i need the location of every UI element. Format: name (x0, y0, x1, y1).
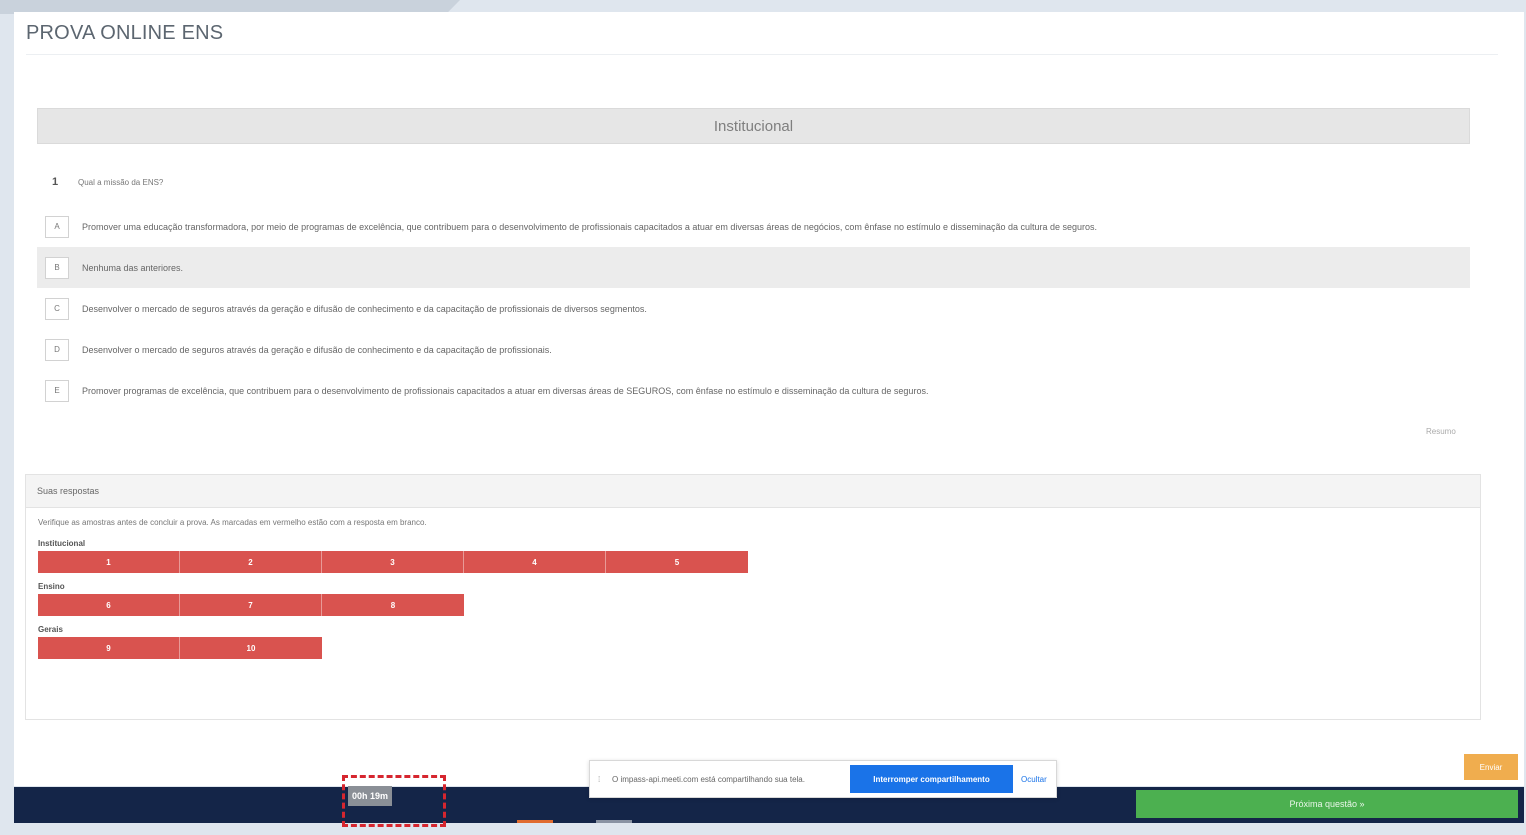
answers-panel: Suas respostas Verifique as amostras ant… (25, 474, 1481, 720)
answer-row-institucional: 1 2 3 4 5 (38, 551, 1468, 573)
answer-chip-5[interactable]: 5 (606, 551, 748, 573)
group-label-ensino: Ensino (38, 582, 65, 591)
option-b[interactable]: B Nenhuma das anteriores. (37, 247, 1470, 288)
option-letter[interactable]: D (45, 338, 69, 361)
answer-chip-4[interactable]: 4 (464, 551, 606, 573)
answer-chip-6[interactable]: 6 (38, 594, 180, 616)
answer-row-ensino: 6 7 8 (38, 594, 1468, 616)
section-header: Institucional (37, 108, 1470, 144)
answer-chip-10[interactable]: 10 (180, 637, 322, 659)
answer-chip-8[interactable]: 8 (322, 594, 464, 616)
next-question-button[interactable]: Próxima questão » (1136, 790, 1518, 818)
answer-chip-3[interactable]: 3 (322, 551, 464, 573)
option-letter[interactable]: A (45, 215, 69, 238)
option-text: Promover uma educação transformadora, po… (82, 221, 1098, 232)
answer-chip-9[interactable]: 9 (38, 637, 180, 659)
stop-sharing-button[interactable]: Interromper compartilhamento (850, 765, 1013, 793)
summary-link[interactable]: Resumo (1426, 427, 1456, 436)
timer-highlight: 00h 19m (342, 775, 446, 827)
screen-share-bar: ⁞ O impass-api.meeti.com está compartilh… (589, 760, 1057, 798)
finish-button[interactable]: Enviar (1464, 754, 1518, 780)
option-text: Promover programas de excelência, que co… (82, 385, 929, 396)
share-message: O impass-api.meeti.com está compartilhan… (612, 774, 805, 784)
app-title: PROVA ONLINE ENS (26, 22, 224, 44)
answer-chip-7[interactable]: 7 (180, 594, 322, 616)
answers-hint: Verifique as amostras antes de concluir … (38, 518, 427, 527)
group-label-gerais: Gerais (38, 625, 63, 634)
option-a[interactable]: A Promover uma educação transformadora, … (37, 206, 1470, 247)
answer-options: A Promover uma educação transformadora, … (37, 206, 1470, 411)
progress-tick (596, 820, 632, 823)
title-divider (26, 54, 1498, 55)
answers-panel-body: Verifique as amostras antes de concluir … (26, 508, 1480, 678)
exam-page: PROVA ONLINE ENS Institucional 1 Qual a … (14, 12, 1524, 786)
question: 1 Qual a missão da ENS? (52, 176, 163, 188)
grip-icon[interactable]: ⁞ (598, 775, 608, 784)
option-text: Nenhuma das anteriores. (82, 262, 184, 273)
group-label-institucional: Institucional (38, 539, 86, 548)
option-letter[interactable]: B (45, 256, 69, 279)
answers-panel-title: Suas respostas (26, 475, 1480, 508)
progress-tick (517, 820, 553, 823)
option-c[interactable]: C Desenvolver o mercado de seguros atrav… (37, 288, 1470, 329)
option-text: Desenvolver o mercado de seguros através… (82, 303, 647, 314)
timer: 00h 19m (348, 786, 393, 806)
hide-button[interactable]: Ocultar (1021, 775, 1047, 784)
option-e[interactable]: E Promover programas de excelência, que … (37, 370, 1470, 411)
answer-chip-1[interactable]: 1 (38, 551, 180, 573)
option-letter[interactable]: E (45, 379, 69, 402)
option-text: Desenvolver o mercado de seguros através… (82, 344, 552, 355)
question-text: Qual a missão da ENS? (78, 177, 164, 187)
question-number: 1 (52, 176, 59, 188)
answer-row-gerais: 9 10 (38, 637, 1468, 659)
option-d[interactable]: D Desenvolver o mercado de seguros atrav… (37, 329, 1470, 370)
option-letter[interactable]: C (45, 297, 69, 320)
answer-chip-2[interactable]: 2 (180, 551, 322, 573)
